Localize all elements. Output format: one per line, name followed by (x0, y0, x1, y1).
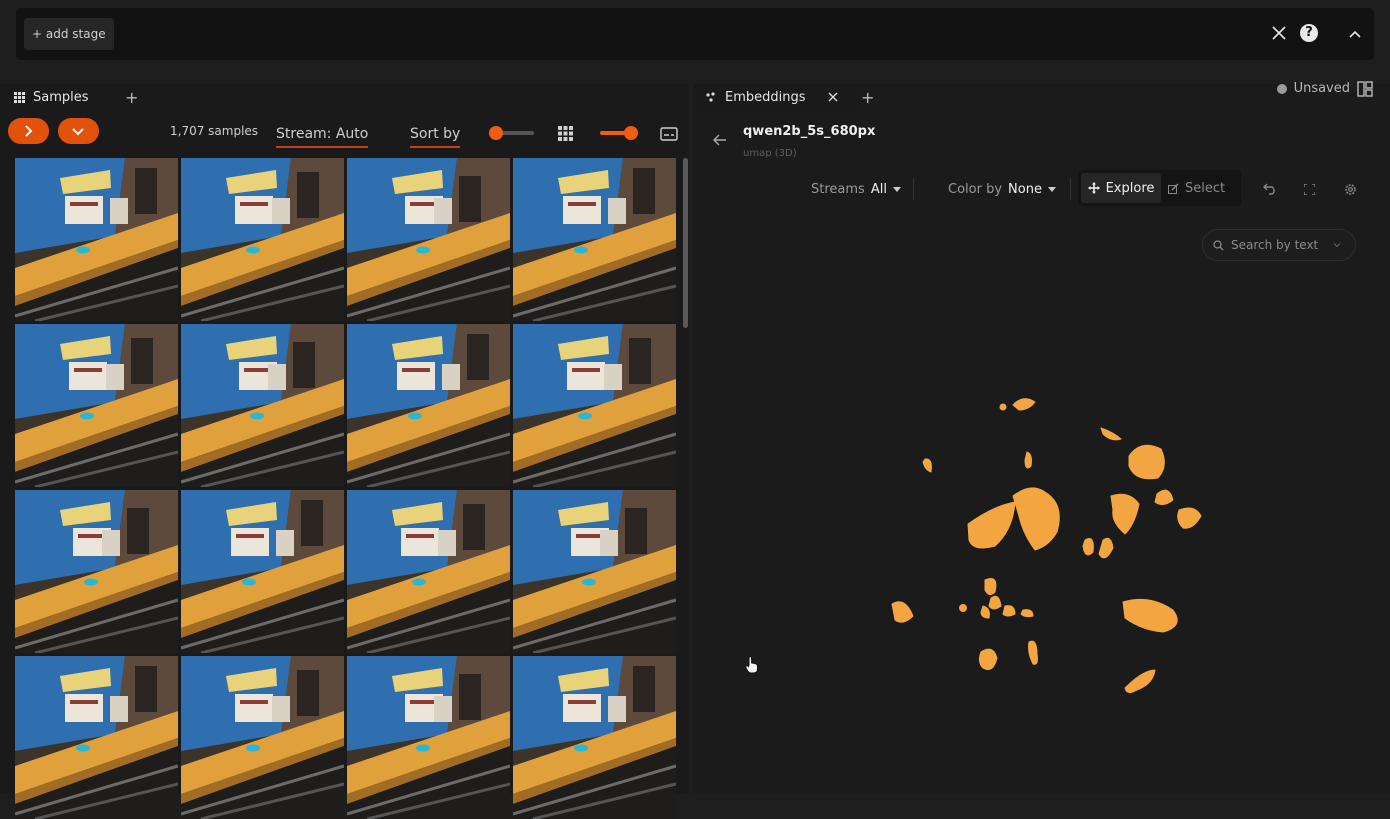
add-tab-plus-icon[interactable]: + (125, 84, 138, 110)
sample-thumbnail[interactable] (347, 324, 510, 487)
expand-button[interactable] (58, 118, 99, 144)
sample-count: 1,707 samples (170, 124, 259, 138)
sample-thumbnail[interactable] (513, 158, 676, 321)
explore-label: Explore (1105, 180, 1155, 196)
grid-icon (14, 91, 25, 103)
sample-grid (15, 158, 677, 819)
color-by-selector[interactable]: Color by None (948, 182, 1056, 197)
chevron-up-icon[interactable] (1344, 24, 1366, 46)
sort-by-selector[interactable]: Sort by (410, 126, 461, 148)
next-button[interactable] (8, 118, 49, 144)
sample-thumbnail[interactable] (181, 656, 344, 819)
explore-move-icon (1087, 182, 1100, 194)
tab-samples-label: Samples (33, 89, 89, 105)
back-arrow-icon[interactable] (713, 134, 727, 146)
sample-thumbnail[interactable] (181, 324, 344, 487)
tab-samples[interactable]: Samples (0, 84, 130, 110)
sample-thumbnail[interactable] (347, 158, 510, 321)
settings-icon[interactable] (1344, 183, 1357, 196)
caret-down-icon (892, 187, 901, 192)
stage-bar: + add stage ? (16, 8, 1374, 60)
select-button[interactable]: Select (1168, 173, 1225, 203)
cursor-hand-icon (745, 656, 758, 674)
scatter-icon (706, 92, 715, 102)
streams-label: Streams (811, 182, 865, 197)
sample-thumbnail[interactable] (347, 656, 510, 819)
sample-thumbnail[interactable] (181, 158, 344, 321)
undo-icon[interactable] (1263, 183, 1277, 195)
sample-thumbnail[interactable] (15, 158, 178, 321)
mode-toggle-group: Explore Select (1078, 170, 1241, 206)
sample-thumbnail[interactable] (15, 656, 178, 819)
add-stage-button[interactable]: + add stage (24, 18, 114, 50)
streams-selector[interactable]: Streams All (811, 182, 901, 197)
status-dot (1276, 83, 1287, 94)
sample-thumbnail[interactable] (15, 324, 178, 487)
chevron-right-icon (25, 125, 33, 137)
grid-view-icon[interactable] (558, 126, 573, 141)
sample-thumbnail[interactable] (513, 490, 676, 653)
embedding-scatter-plot[interactable] (693, 234, 1390, 794)
close-tab-icon[interactable] (828, 92, 838, 102)
add-tab-plus-icon[interactable]: + (861, 84, 874, 110)
select-edit-icon (1168, 183, 1179, 194)
caret-down-icon (1047, 187, 1056, 192)
streams-value: All (870, 182, 887, 197)
scrollbar[interactable] (683, 158, 688, 328)
color-by-value: None (1008, 182, 1042, 197)
help-icon[interactable]: ? (1300, 24, 1318, 42)
chevron-down-icon (72, 128, 84, 136)
embedding-name: qwen2b_5s_680px (743, 124, 876, 139)
unsaved-indicator: Unsaved (1276, 81, 1350, 96)
sample-thumbnail[interactable] (513, 324, 676, 487)
explore-button[interactable]: Explore (1081, 173, 1161, 203)
close-icon[interactable] (1268, 22, 1290, 44)
select-label: Select (1185, 180, 1226, 196)
samples-panel: Samples + 1,707 samples Stream: Auto Sor… (0, 84, 689, 819)
tab-embeddings[interactable]: Embeddings (693, 84, 857, 110)
embedding-method: umap (3D) (743, 148, 797, 159)
sample-thumbnail[interactable] (513, 656, 676, 819)
layout-icon[interactable] (1357, 81, 1373, 97)
embeddings-panel: Embeddings + Unsaved qwen2b_5s_680px uma… (693, 81, 1390, 794)
sample-thumbnail[interactable] (347, 490, 510, 653)
sample-thumbnail[interactable] (181, 490, 344, 653)
unsaved-label: Unsaved (1293, 81, 1350, 96)
stream-selector[interactable]: Stream: Auto (276, 126, 369, 148)
tab-embeddings-label: Embeddings (725, 89, 806, 105)
color-by-label: Color by (948, 182, 1003, 197)
sample-thumbnail[interactable] (15, 490, 178, 653)
fullscreen-icon[interactable] (1304, 184, 1315, 195)
caption-icon[interactable] (660, 127, 678, 141)
